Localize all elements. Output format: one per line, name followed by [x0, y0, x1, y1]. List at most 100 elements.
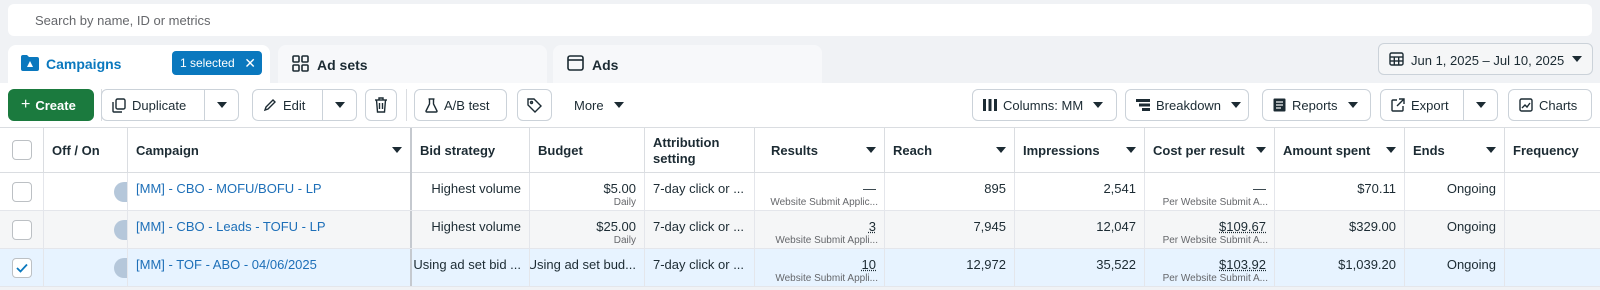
col-reach[interactable]: Reach	[885, 128, 1015, 173]
campaign-name-link[interactable]: [MM] - CBO - MOFU/BOFU - LP	[136, 181, 322, 196]
col-impressions[interactable]: Impressions	[1015, 128, 1145, 173]
table-row[interactable]: [MM] - TOF - ABO - 04/06/2025 Using ad s…	[0, 249, 1600, 287]
reports-icon	[1273, 98, 1286, 112]
row-checkbox[interactable]	[12, 182, 32, 202]
date-range-picker[interactable]: Jun 1, 2025 – Jul 10, 2025	[1378, 43, 1593, 75]
cost-per-result-value[interactable]: $103.92	[1219, 257, 1266, 272]
tab-campaigns[interactable]: Campaigns 1 selected ✕	[8, 45, 270, 83]
reports-button[interactable]: Reports	[1262, 89, 1371, 121]
duplicate-button[interactable]: Duplicate	[101, 89, 239, 121]
selected-count-label: 1 selected	[180, 56, 235, 70]
amount-spent-cell: $70.11	[1275, 173, 1405, 210]
table-row[interactable]: [MM] - CBO - MOFU/BOFU - LP Highest volu…	[0, 173, 1600, 211]
amount-spent-value: $329.00	[1349, 219, 1396, 234]
row-select-cell	[0, 173, 44, 210]
tag-button[interactable]	[517, 89, 552, 121]
budget-cell: Using ad set bud...	[530, 249, 645, 286]
budget-cell: $5.00 Daily	[530, 173, 645, 210]
tab-ads[interactable]: Ads	[553, 45, 822, 83]
col-reach-label: Reach	[893, 142, 933, 158]
date-range-label: Jun 1, 2025 – Jul 10, 2025	[1411, 53, 1565, 68]
ab-test-button[interactable]: A/B test	[414, 89, 507, 121]
export-icon	[1391, 98, 1405, 112]
impressions-value: 12,047	[1096, 219, 1136, 234]
export-button[interactable]: Export	[1380, 89, 1498, 121]
col-frequency-label: Frequency	[1513, 142, 1579, 158]
col-ends[interactable]: Ends	[1405, 128, 1505, 173]
duplicate-icon	[112, 97, 126, 113]
campaign-toggle[interactable]	[114, 220, 127, 240]
reach-value: 12,972	[966, 257, 1006, 272]
attribution-cell: 7-day click or ...	[645, 173, 755, 210]
results-value[interactable]: 10	[862, 257, 876, 272]
table-row[interactable]: [MM] - CBO - Leads - TOFU - LP Highest v…	[0, 211, 1600, 249]
chevron-down-icon	[216, 102, 227, 108]
col-campaign[interactable]: Campaign	[128, 128, 412, 173]
chevron-down-icon	[996, 147, 1006, 153]
campaign-folder-icon	[20, 54, 40, 75]
campaign-toggle[interactable]	[114, 258, 127, 278]
col-budget-label: Budget	[538, 142, 583, 158]
delete-button[interactable]	[365, 89, 397, 121]
impressions-cell: 35,522	[1015, 249, 1145, 286]
reports-label: Reports	[1292, 97, 1338, 113]
impressions-cell: 12,047	[1015, 211, 1145, 248]
col-budget[interactable]: Budget	[530, 128, 645, 173]
selected-count-chip[interactable]: 1 selected ✕	[172, 51, 262, 75]
campaign-toggle[interactable]	[114, 182, 127, 202]
col-results[interactable]: Results	[755, 128, 885, 173]
tab-ad-sets[interactable]: Ad sets	[278, 45, 547, 83]
col-bid-strategy[interactable]: Bid strategy	[412, 128, 530, 173]
chevron-down-icon	[1386, 147, 1396, 153]
campaign-name-link[interactable]: [MM] - TOF - ABO - 04/06/2025	[136, 257, 317, 272]
trash-icon	[374, 97, 388, 113]
col-amount-spent[interactable]: Amount spent	[1275, 128, 1405, 173]
breakdown-icon	[1136, 99, 1150, 111]
chevron-down-icon	[1572, 56, 1582, 62]
attribution-cell: 7-day click or ...	[645, 211, 755, 248]
col-attribution-setting[interactable]: Attribution setting	[645, 128, 755, 173]
search-bar[interactable]	[8, 4, 1592, 36]
divider	[406, 89, 407, 121]
duplicate-menu-button[interactable]	[204, 90, 238, 120]
col-off-on-label: Off / On	[52, 142, 100, 158]
more-button[interactable]: More	[566, 89, 636, 121]
col-amount-spent-label: Amount spent	[1283, 142, 1371, 158]
search-input[interactable]	[8, 4, 1592, 36]
edit-button[interactable]: Edit	[252, 89, 357, 121]
col-off-on[interactable]: Off / On	[44, 128, 128, 173]
budget-value: Using ad set bud...	[530, 257, 636, 272]
export-menu-button[interactable]	[1463, 90, 1497, 120]
row-checkbox[interactable]	[12, 258, 32, 278]
cost-per-result-type: Per Website Submit A...	[1162, 273, 1268, 284]
charts-button[interactable]: Charts	[1508, 89, 1592, 121]
columns-button[interactable]: Columns: MM	[972, 89, 1117, 121]
reach-cell: 12,972	[885, 249, 1015, 286]
col-attribution-label-line2: setting	[653, 150, 696, 166]
campaign-name-link[interactable]: [MM] - CBO - Leads - TOFU - LP	[136, 219, 326, 234]
reach-value: 895	[984, 181, 1006, 196]
close-icon[interactable]: ✕	[244, 55, 256, 72]
col-cost-per-result[interactable]: Cost per result	[1145, 128, 1275, 173]
plus-icon: +	[21, 96, 31, 113]
budget-type: Daily	[613, 197, 636, 208]
cost-per-result-cell: $103.92 Per Website Submit A...	[1145, 249, 1275, 286]
row-checkbox[interactable]	[12, 220, 32, 240]
results-value[interactable]: 3	[869, 219, 876, 234]
breakdown-button[interactable]: Breakdown	[1125, 89, 1249, 121]
chevron-down-icon	[866, 147, 876, 153]
create-button[interactable]: + Create	[8, 89, 94, 121]
chevron-down-icon	[334, 102, 345, 108]
bid-strategy-cell: Highest volume	[412, 173, 530, 210]
edit-menu-button[interactable]	[322, 90, 356, 120]
col-frequency[interactable]: Frequency	[1505, 128, 1600, 173]
line-chart-icon	[1519, 98, 1533, 112]
tag-icon	[527, 97, 542, 113]
impressions-value: 35,522	[1096, 257, 1136, 272]
select-all-checkbox[interactable]	[12, 140, 32, 160]
campaign-name-cell: [MM] - CBO - Leads - TOFU - LP	[128, 211, 412, 248]
col-campaign-label: Campaign	[136, 142, 199, 158]
results-type: Website Submit Applic...	[770, 197, 878, 208]
more-label: More	[574, 97, 604, 113]
cost-per-result-value[interactable]: $109.67	[1219, 219, 1266, 234]
